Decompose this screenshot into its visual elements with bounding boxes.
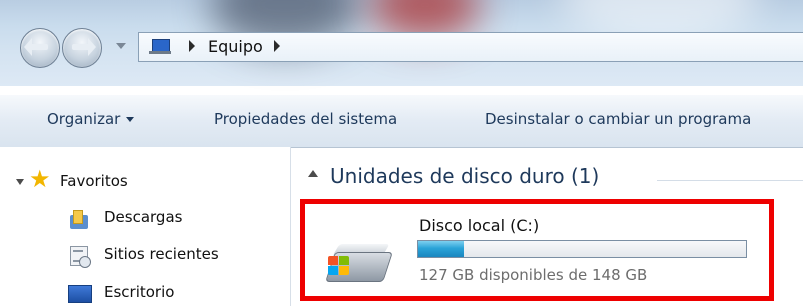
back-arrow-icon	[24, 38, 48, 56]
system-properties-button[interactable]: Propiedades del sistema	[214, 110, 397, 128]
forward-arrow-icon	[72, 38, 96, 56]
nav-item-sitios-recientes[interactable]: Sitios recientes	[104, 245, 219, 263]
downloads-folder-icon	[68, 210, 90, 230]
favorites-star-icon: ★	[29, 165, 51, 193]
collapse-arrow-icon[interactable]	[308, 170, 318, 177]
address-bar[interactable]: Equipo	[138, 32, 803, 62]
nav-item-escritorio[interactable]: Escritorio	[104, 283, 174, 301]
uninstall-program-button[interactable]: Desinstalar o cambiar un programa	[485, 110, 751, 128]
navigation-pane: ★ Favoritos Descargas Sitios recientes E…	[0, 147, 291, 306]
drive-free-space-text: 127 GB disponibles de 148 GB	[419, 266, 648, 284]
back-button[interactable]	[20, 28, 60, 68]
hard-drive-windows-icon[interactable]	[325, 238, 393, 286]
command-bar: Organizar Propiedades del sistema Desins…	[0, 94, 803, 148]
breadcrumb-chevron-icon[interactable]	[274, 40, 280, 52]
recent-locations-dropdown[interactable]	[116, 43, 126, 49]
window-titlebar: Equipo	[0, 0, 803, 86]
organize-button[interactable]: Organizar	[47, 110, 135, 128]
disk-usage-fill	[418, 241, 464, 257]
organize-label: Organizar	[47, 110, 121, 128]
computer-icon	[149, 39, 171, 55]
recent-places-icon	[68, 246, 91, 268]
desktop-icon	[68, 283, 92, 303]
breadcrumb-equipo[interactable]: Equipo	[208, 37, 263, 56]
nav-item-descargas[interactable]: Descargas	[104, 208, 182, 226]
chevron-down-icon	[126, 117, 135, 122]
section-divider	[657, 180, 803, 181]
drive-name[interactable]: Disco local (C:)	[419, 216, 539, 235]
nav-item-favoritos[interactable]: Favoritos	[60, 172, 128, 190]
expand-arrow-icon[interactable]	[16, 179, 24, 185]
section-header-hard-drives[interactable]: Unidades de disco duro (1)	[330, 164, 599, 188]
breadcrumb-chevron-icon[interactable]	[189, 40, 195, 52]
disk-usage-bar	[417, 240, 747, 258]
forward-button[interactable]	[62, 28, 102, 68]
